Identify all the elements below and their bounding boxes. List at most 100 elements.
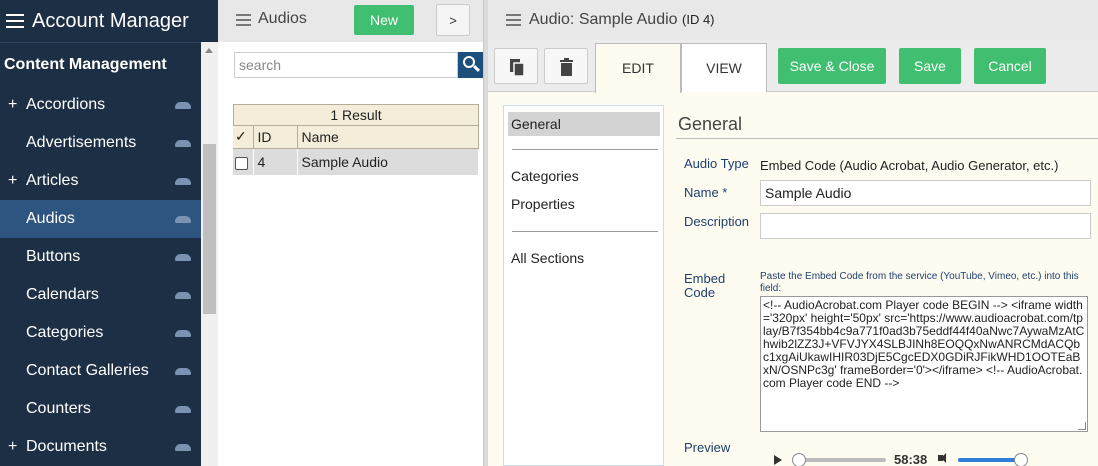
sidebar-item-buttons[interactable]: Buttons — [0, 238, 201, 276]
column-header-name[interactable]: Name — [297, 126, 479, 149]
search-button[interactable] — [458, 52, 483, 78]
sidebar-item-label: Advertisements — [26, 134, 137, 151]
sidebar-item-documents[interactable]: + Documents — [0, 428, 201, 466]
results-table: ✓ ID Name 4 Sample Audio — [233, 126, 479, 175]
play-icon[interactable] — [774, 455, 782, 465]
sidebar-item-calendars[interactable]: Calendars — [0, 276, 201, 314]
collapse-cap-icon[interactable] — [175, 292, 191, 299]
list-title: Audios — [258, 10, 307, 27]
sidebar-item-accordions[interactable]: + Accordions — [0, 86, 201, 124]
column-header-id[interactable]: ID — [253, 126, 298, 149]
expand-plus-icon[interactable]: + — [8, 438, 17, 456]
sidebar: Account Manager Content Management + Acco… — [0, 0, 218, 466]
collapse-cap-icon[interactable] — [175, 102, 191, 109]
sidebar-header: Account Manager — [0, 0, 218, 42]
description-label: Description — [684, 214, 750, 229]
scroll-up-arrow-icon[interactable] — [205, 48, 213, 53]
collapse-cap-icon[interactable] — [175, 330, 191, 337]
sidebar-item-articles[interactable]: + Articles — [0, 162, 201, 200]
expand-plus-icon[interactable]: + — [8, 96, 17, 114]
seek-thumb[interactable] — [792, 453, 806, 466]
scrollbar-thumb[interactable] — [203, 144, 216, 314]
sidebar-section-title: Content Management — [0, 42, 218, 86]
collapse-cap-icon[interactable] — [175, 254, 191, 261]
tab-view[interactable]: VIEW — [681, 43, 767, 92]
embed-code-label-line1: Embed — [684, 271, 726, 286]
sidebar-item-label: Contact Galleries — [26, 362, 149, 379]
description-input[interactable] — [760, 213, 1091, 239]
sidebar-item-label: Articles — [26, 172, 79, 189]
volume-icon[interactable] — [938, 453, 946, 463]
row-id: 4 — [253, 148, 298, 175]
sidebar-item-label: Documents — [26, 438, 107, 455]
section-nav: General Categories Properties All Sectio… — [503, 105, 664, 466]
sidebar-item-label: Accordions — [26, 96, 106, 113]
nav-properties[interactable]: Properties — [508, 192, 660, 216]
form-divider — [676, 138, 1098, 139]
sidebar-item-contact-galleries[interactable]: Contact Galleries — [0, 352, 201, 390]
tab-edit[interactable]: EDIT — [595, 43, 681, 93]
row-checkbox[interactable] — [235, 156, 248, 170]
embed-code-hint: Paste the Embed Code from the service (Y… — [760, 271, 1079, 294]
editor-title-id: (ID 4) — [682, 12, 715, 27]
sidebar-item-label: Buttons — [26, 248, 81, 265]
editor-title-text: Audio: Sample Audio — [529, 11, 678, 28]
embed-code-label-line2: Code — [684, 285, 716, 300]
sidebar-item-categories[interactable]: Categories — [0, 314, 201, 352]
editor-toolbar: EDIT VIEW Save & Close Save Cancel — [488, 40, 1098, 93]
editor-pane: Audio: Sample Audio (ID 4) EDIT VIEW Sav… — [488, 0, 1098, 466]
collapse-cap-icon[interactable] — [175, 178, 191, 185]
new-button[interactable]: New — [354, 5, 414, 35]
trash-icon — [560, 58, 573, 76]
hamburger-icon[interactable] — [6, 14, 24, 28]
name-input[interactable] — [760, 180, 1091, 206]
resize-grip-icon[interactable] — [1078, 422, 1086, 430]
collapse-cap-icon[interactable] — [175, 216, 191, 223]
name-label: Name * — [684, 185, 728, 200]
preview-label: Preview — [684, 440, 731, 455]
editor-title: Audio: Sample Audio (ID 4) — [529, 11, 715, 29]
sidebar-list: + Accordions Advertisements + Articles Audios… — [0, 86, 201, 466]
result-count: 1 Result — [233, 104, 479, 126]
seek-bar[interactable] — [796, 458, 886, 462]
column-header-check[interactable]: ✓ — [233, 126, 254, 149]
embed-code-textarea[interactable]: <!-- AudioAcrobat.com Player code BEGIN … — [760, 296, 1088, 432]
save-button[interactable]: Save — [899, 48, 961, 84]
nav-categories[interactable]: Categories — [508, 164, 660, 188]
collapse-cap-icon[interactable] — [175, 140, 191, 147]
copy-button[interactable] — [494, 48, 538, 84]
save-close-button[interactable]: Save & Close — [778, 48, 886, 84]
table-row[interactable]: 4 Sample Audio — [233, 148, 479, 175]
form-section-title: General — [678, 114, 743, 134]
audio-player: 58:38 — [760, 446, 1098, 466]
nav-general[interactable]: General — [508, 112, 660, 136]
sidebar-item-advertisements[interactable]: Advertisements — [0, 124, 201, 162]
sidebar-item-counters[interactable]: Counters — [0, 390, 201, 428]
sidebar-item-label: Counters — [26, 400, 91, 417]
list-menu-icon[interactable] — [236, 14, 251, 26]
collapse-cap-icon[interactable] — [175, 406, 191, 413]
nav-divider — [512, 149, 658, 150]
expand-plus-icon[interactable]: + — [8, 172, 17, 190]
cancel-button[interactable]: Cancel — [974, 48, 1046, 84]
list-header: Audios New > — [218, 0, 483, 42]
audio-type-label: Audio Type — [684, 156, 749, 171]
search-input[interactable] — [234, 52, 458, 78]
sidebar-item-label: Audios — [26, 210, 75, 227]
row-name: Sample Audio — [297, 148, 479, 175]
collapse-cap-icon[interactable] — [175, 444, 191, 451]
volume-bar[interactable] — [958, 458, 1022, 462]
audio-type-value: Embed Code (Audio Acrobat, Audio Generat… — [760, 158, 1059, 173]
collapse-cap-icon[interactable] — [175, 368, 191, 375]
sidebar-item-label: Categories — [26, 324, 104, 341]
delete-button[interactable] — [544, 48, 588, 84]
copy-icon — [510, 59, 525, 77]
editor-menu-icon[interactable] — [506, 14, 521, 26]
sidebar-item-audios[interactable]: Audios — [0, 200, 201, 238]
sidebar-scrollbar[interactable] — [201, 42, 218, 466]
app-title: Account Manager — [32, 9, 189, 32]
nav-divider — [512, 231, 658, 232]
nav-all-sections[interactable]: All Sections — [508, 246, 660, 270]
expand-button[interactable]: > — [436, 4, 470, 36]
volume-thumb[interactable] — [1014, 453, 1028, 466]
